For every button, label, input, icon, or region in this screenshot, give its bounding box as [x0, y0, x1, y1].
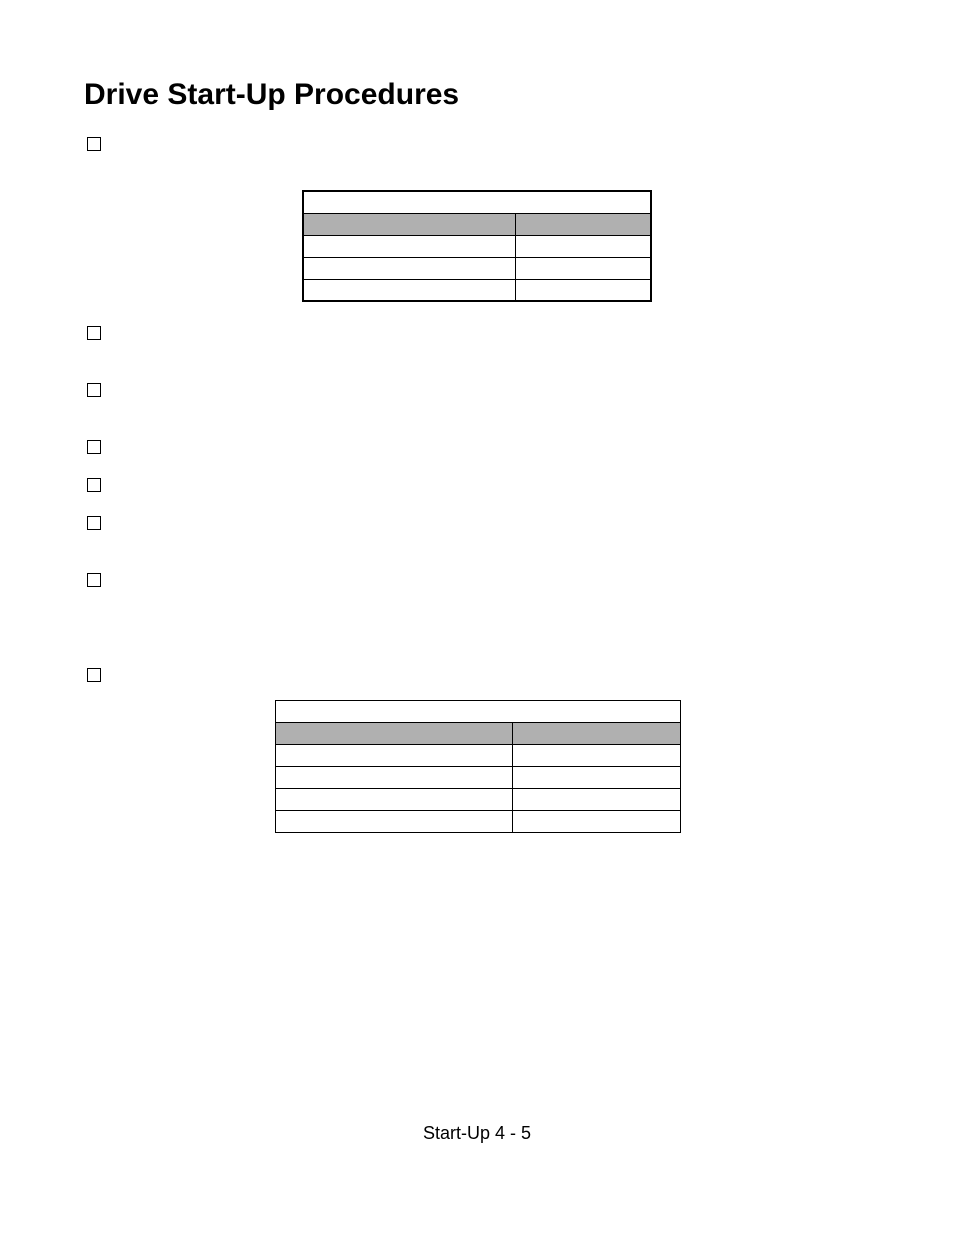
checkbox-6[interactable] — [87, 516, 101, 530]
page-title: Drive Start-Up Procedures — [84, 78, 459, 112]
table-2-row-3 — [276, 767, 681, 789]
table-1-r4c1 — [303, 279, 516, 301]
table-1-title-cell — [303, 191, 651, 213]
table-2-r4c2 — [513, 789, 681, 811]
checkbox-7[interactable] — [87, 573, 101, 587]
table-2-hdr-c2 — [513, 723, 681, 745]
table-2-row-2 — [276, 745, 681, 767]
table-1-hdr-c2 — [516, 213, 651, 235]
table-1-hdr-c1 — [303, 213, 516, 235]
checkbox-2[interactable] — [87, 326, 101, 340]
table-1-row-4 — [303, 279, 651, 301]
table-2 — [275, 700, 681, 833]
table-2-r2c1 — [276, 745, 513, 767]
table-1-r2c2 — [516, 235, 651, 257]
table-1-row-top — [303, 191, 651, 213]
table-2-title-cell — [276, 701, 681, 723]
table-2-r3c2 — [513, 767, 681, 789]
page: Drive Start-Up Procedures — [0, 0, 954, 1235]
table-1-row-2 — [303, 235, 651, 257]
table-1-row-3 — [303, 257, 651, 279]
table-2-header-row — [276, 723, 681, 745]
table-2-r3c1 — [276, 767, 513, 789]
table-1-r2c1 — [303, 235, 516, 257]
page-footer: Start-Up 4 - 5 — [0, 1123, 954, 1144]
checkbox-1[interactable] — [87, 137, 101, 151]
table-2-r5c2 — [513, 811, 681, 833]
checkbox-3[interactable] — [87, 383, 101, 397]
table-2-r4c1 — [276, 789, 513, 811]
checkbox-5[interactable] — [87, 478, 101, 492]
table-2-r2c2 — [513, 745, 681, 767]
table-2-hdr-c1 — [276, 723, 513, 745]
table-1-header-row — [303, 213, 651, 235]
table-1-r4c2 — [516, 279, 651, 301]
table-2-row-4 — [276, 789, 681, 811]
table-1 — [302, 190, 652, 302]
table-2-row-5 — [276, 811, 681, 833]
table-1-r3c2 — [516, 257, 651, 279]
table-2-r5c1 — [276, 811, 513, 833]
checkbox-8[interactable] — [87, 668, 101, 682]
checkbox-4[interactable] — [87, 440, 101, 454]
table-1-r3c1 — [303, 257, 516, 279]
table-2-row-top — [276, 701, 681, 723]
